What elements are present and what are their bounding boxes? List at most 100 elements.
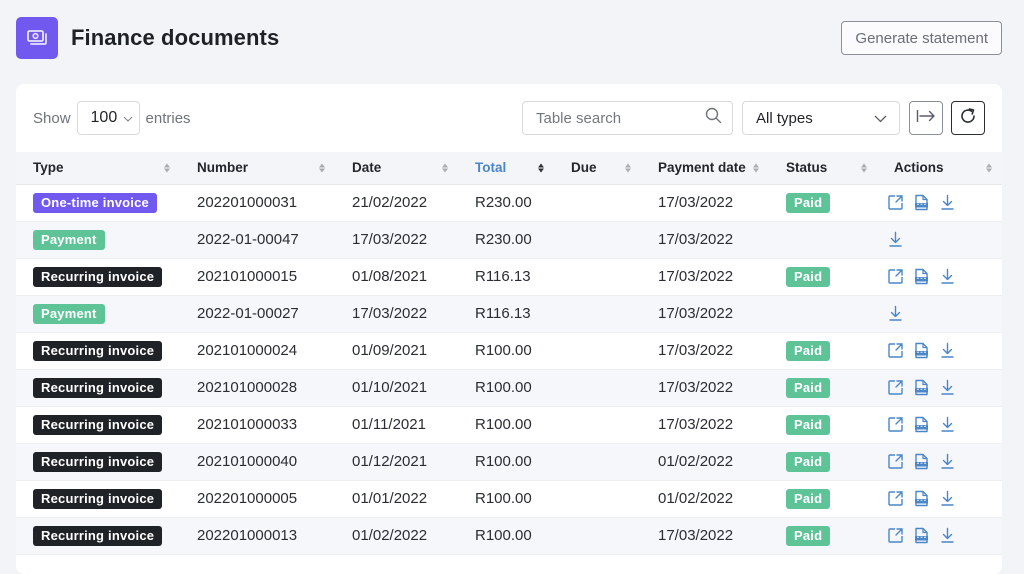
download-icon[interactable] <box>939 379 956 396</box>
row-actions <box>887 453 1002 470</box>
cell-status: Paid <box>769 184 877 221</box>
cell-type: Payment <box>16 221 180 258</box>
download-icon[interactable] <box>939 490 956 507</box>
column-header-type[interactable]: Type <box>16 152 180 185</box>
column-header-date[interactable]: Date <box>335 152 458 185</box>
sort-icon[interactable] <box>538 163 544 173</box>
download-icon[interactable] <box>939 194 956 211</box>
pdf-file-icon[interactable] <box>913 490 930 507</box>
column-header-label: Status <box>786 160 828 176</box>
cell-status: Paid <box>769 480 877 517</box>
entries-label: entries <box>145 109 191 127</box>
column-header-total[interactable]: Total <box>458 152 554 185</box>
status-badge: Paid <box>786 488 831 509</box>
cell-type: Recurring invoice <box>16 332 180 369</box>
table-row: Recurring invoice 202201000005 01/01/2022 R… <box>16 480 1002 517</box>
cell-date: 01/10/2021 <box>352 379 428 396</box>
open-external-icon[interactable] <box>887 379 904 396</box>
pdf-file-icon[interactable] <box>913 416 930 433</box>
page-header: Finance documents Generate statement <box>16 17 1002 59</box>
table-search[interactable] <box>522 101 733 135</box>
sort-icon[interactable] <box>319 163 325 173</box>
cell-date: 17/03/2022 <box>352 231 428 248</box>
cell-payment-date: 17/03/2022 <box>658 342 734 359</box>
open-external-icon[interactable] <box>887 490 904 507</box>
sort-icon[interactable] <box>442 163 448 173</box>
open-external-icon[interactable] <box>887 527 904 544</box>
pdf-file-icon[interactable] <box>913 342 930 359</box>
money-icon <box>16 17 58 59</box>
sort-icon[interactable] <box>164 163 170 173</box>
entries-value: 100 <box>90 109 118 126</box>
sort-icon[interactable] <box>986 163 992 173</box>
cell-due <box>554 406 641 443</box>
cell-total: R100.00 <box>475 416 532 433</box>
cell-due <box>554 258 641 295</box>
search-icon[interactable] <box>705 107 722 129</box>
cell-number: 202101000028 <box>197 379 298 396</box>
table-row: One-time invoice 202201000031 21/02/2022 R2… <box>16 184 1002 221</box>
download-icon[interactable] <box>939 416 956 433</box>
column-header-payment-date[interactable]: Payment date <box>641 152 769 185</box>
cell-total: R100.00 <box>475 527 532 544</box>
download-icon[interactable] <box>887 305 904 322</box>
cell-number: 202101000015 <box>197 268 298 285</box>
table-search-input[interactable] <box>536 109 705 127</box>
cell-due <box>554 517 641 554</box>
refresh-button[interactable] <box>951 101 985 135</box>
table-header-row: Type Number Date Total Due Payment date Status… <box>16 152 1002 185</box>
row-actions <box>887 194 1002 211</box>
cell-type: Recurring invoice <box>16 369 180 406</box>
pdf-file-icon[interactable] <box>913 268 930 285</box>
cell-number: 2022-01-00027 <box>197 305 299 322</box>
column-header-label: Date <box>352 160 382 176</box>
cell-due <box>554 295 641 332</box>
table-toolbar: Show 100 entries All types <box>16 84 1002 152</box>
download-icon[interactable] <box>939 342 956 359</box>
row-actions <box>887 490 1002 507</box>
column-header-status[interactable]: Status <box>769 152 877 185</box>
open-external-icon[interactable] <box>887 268 904 285</box>
type-badge: Recurring invoice <box>33 488 163 509</box>
pdf-file-icon[interactable] <box>913 453 930 470</box>
page-title: Finance documents <box>71 25 280 50</box>
open-external-icon[interactable] <box>887 342 904 359</box>
status-badge: Paid <box>786 414 831 435</box>
row-actions <box>887 342 1002 359</box>
entries-length-select[interactable]: 100 <box>76 101 140 135</box>
type-badge: Recurring invoice <box>33 340 163 361</box>
cell-total: R100.00 <box>475 453 532 470</box>
cell-type: Recurring invoice <box>16 443 180 480</box>
pdf-file-icon[interactable] <box>913 194 930 211</box>
type-badge: Payment <box>33 303 105 324</box>
cell-payment-date: 17/03/2022 <box>658 416 734 433</box>
download-icon[interactable] <box>939 453 956 470</box>
chevron-down-icon <box>874 110 887 127</box>
cell-date: 01/09/2021 <box>352 342 428 359</box>
download-icon[interactable] <box>939 527 956 544</box>
export-button[interactable] <box>909 101 943 135</box>
cell-actions <box>877 517 1002 554</box>
column-header-number[interactable]: Number <box>180 152 335 185</box>
pdf-file-icon[interactable] <box>913 379 930 396</box>
cell-payment-date: 17/03/2022 <box>658 379 734 396</box>
column-header-label: Total <box>475 160 507 176</box>
type-filter-select[interactable]: All types <box>742 101 900 135</box>
column-header-actions[interactable]: Actions <box>877 152 1002 185</box>
sort-icon[interactable] <box>861 163 867 173</box>
download-icon[interactable] <box>887 231 904 248</box>
open-external-icon[interactable] <box>887 416 904 433</box>
sort-icon[interactable] <box>753 163 759 173</box>
generate-statement-button[interactable]: Generate statement <box>841 21 1002 55</box>
pdf-file-icon[interactable] <box>913 527 930 544</box>
cell-payment-date: 17/03/2022 <box>658 305 734 322</box>
type-badge: Recurring invoice <box>33 266 163 287</box>
cell-due <box>554 221 641 258</box>
cell-actions <box>877 295 1002 332</box>
download-icon[interactable] <box>939 268 956 285</box>
column-header-due[interactable]: Due <box>554 152 641 185</box>
open-external-icon[interactable] <box>887 453 904 470</box>
open-external-icon[interactable] <box>887 194 904 211</box>
sort-icon[interactable] <box>625 163 631 173</box>
show-label: Show <box>33 109 71 127</box>
